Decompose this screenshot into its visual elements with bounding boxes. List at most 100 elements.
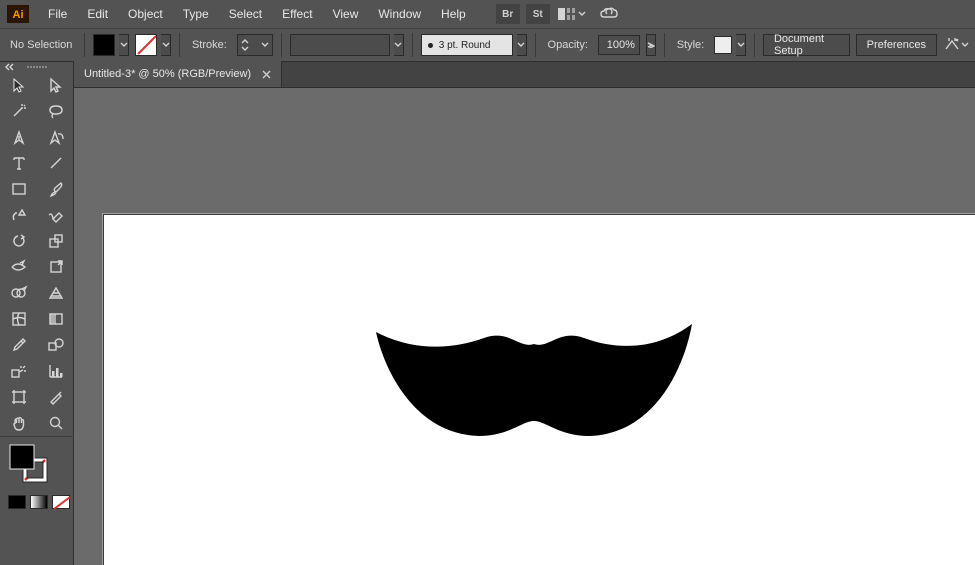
magic-wand-tool[interactable] <box>0 98 37 124</box>
menu-view[interactable]: View <box>323 3 369 25</box>
gradient-tool[interactable] <box>37 306 74 332</box>
eyedropper-tool[interactable] <box>0 332 37 358</box>
selection-tool[interactable] <box>0 72 37 98</box>
zoom-tool[interactable] <box>37 410 74 436</box>
fill-stroke-indicator[interactable] <box>0 437 73 492</box>
close-icon <box>262 70 271 79</box>
hand-tool[interactable] <box>0 410 37 436</box>
graph-icon <box>48 363 64 379</box>
brush-dot-icon <box>428 43 433 48</box>
stroke-label[interactable]: Stroke: <box>188 39 231 51</box>
shaper-icon <box>10 207 28 223</box>
stock-button[interactable]: St <box>526 4 550 24</box>
stroke-weight-dropdown[interactable] <box>260 42 269 48</box>
menu-window[interactable]: Window <box>368 3 431 25</box>
fill-color-dropdown[interactable] <box>119 34 129 56</box>
menu-help[interactable]: Help <box>431 3 476 25</box>
color-mode-row <box>0 492 73 509</box>
direct-selection-tool[interactable] <box>37 72 74 98</box>
mesh-tool[interactable] <box>0 306 37 332</box>
menu-effect[interactable]: Effect <box>272 3 322 25</box>
graphic-style-swatch[interactable] <box>714 36 732 54</box>
type-tool[interactable] <box>0 150 37 176</box>
double-chevron-left-icon <box>4 63 16 71</box>
lasso-tool[interactable] <box>37 98 74 124</box>
artboard-icon <box>11 389 27 405</box>
opacity-label[interactable]: Opacity: <box>544 39 592 51</box>
control-bar: No Selection Stroke: 3 pt. Round <box>0 28 975 62</box>
canvas[interactable] <box>74 88 975 565</box>
free-transform-tool[interactable] <box>37 254 74 280</box>
opacity-dropdown[interactable] <box>646 34 656 56</box>
menu-select[interactable]: Select <box>219 3 272 25</box>
menu-edit[interactable]: Edit <box>77 3 118 25</box>
preferences-button[interactable]: Preferences <box>856 34 937 56</box>
document-tab-strip: Untitled-3* @ 50% (RGB/Preview) <box>74 62 975 88</box>
brush-dropdown[interactable] <box>517 34 527 56</box>
blend-icon <box>47 337 65 353</box>
stroke-swatch-group <box>135 34 171 56</box>
arrange-documents-button[interactable] <box>558 4 586 24</box>
collapse-panel-button[interactable] <box>3 62 17 72</box>
column-graph-tool[interactable] <box>37 358 74 384</box>
rectangle-tool[interactable] <box>0 176 37 202</box>
gradient-icon <box>48 311 64 327</box>
brush-label: 3 pt. Round <box>439 40 491 51</box>
tool-panel <box>0 62 74 565</box>
eraser-tool[interactable] <box>37 202 74 228</box>
shaper-tool[interactable] <box>0 202 37 228</box>
document-setup-button[interactable]: Document Setup <box>763 34 850 56</box>
menu-object[interactable]: Object <box>118 3 173 25</box>
none-color-button[interactable] <box>52 495 70 509</box>
curvature-tool[interactable] <box>37 124 74 150</box>
none-icon <box>136 34 156 56</box>
artboard-tool[interactable] <box>0 384 37 410</box>
width-icon <box>10 259 28 275</box>
close-tab-button[interactable] <box>261 69 271 79</box>
scale-tool[interactable] <box>37 228 74 254</box>
opacity-field[interactable] <box>598 35 640 55</box>
document-tab-title: Untitled-3* @ 50% (RGB/Preview) <box>84 68 251 80</box>
stroke-color-swatch[interactable] <box>135 34 157 56</box>
paintbrush-tool[interactable] <box>37 176 74 202</box>
shape-builder-icon <box>10 285 28 301</box>
align-to-button[interactable] <box>943 34 969 56</box>
pen-tool[interactable] <box>0 124 37 150</box>
artwork-shape[interactable] <box>374 324 694 444</box>
zoom-icon <box>48 415 64 431</box>
menu-type[interactable]: Type <box>173 3 219 25</box>
variable-width-profile[interactable] <box>290 34 404 56</box>
document-tab[interactable]: Untitled-3* @ 50% (RGB/Preview) <box>74 61 282 87</box>
variable-width-dropdown[interactable] <box>394 34 404 56</box>
gradient-color-button[interactable] <box>30 495 48 509</box>
align-icon <box>943 37 961 53</box>
sync-settings-button[interactable] <box>596 4 622 24</box>
rotate-icon <box>11 233 27 249</box>
rotate-tool[interactable] <box>0 228 37 254</box>
chevron-down-icon <box>162 42 170 48</box>
mesh-icon <box>11 311 27 327</box>
style-label: Style: <box>673 39 709 51</box>
blend-tool[interactable] <box>37 332 74 358</box>
width-tool[interactable] <box>0 254 37 280</box>
solid-color-button[interactable] <box>8 495 26 509</box>
graphic-style-dropdown[interactable] <box>736 34 746 56</box>
stepper-icon[interactable] <box>241 38 249 52</box>
bridge-button[interactable]: Br <box>496 4 520 24</box>
brush-definition[interactable]: 3 pt. Round <box>421 34 527 56</box>
svg-text:Ai: Ai <box>13 9 24 21</box>
menu-file[interactable]: File <box>38 3 77 25</box>
shape-builder-tool[interactable] <box>0 280 37 306</box>
fill-color-swatch[interactable] <box>93 34 115 56</box>
perspective-grid-tool[interactable] <box>37 280 74 306</box>
stroke-weight-field[interactable] <box>237 34 273 56</box>
line-segment-tool[interactable] <box>37 150 74 176</box>
stroke-color-dropdown[interactable] <box>161 34 171 56</box>
menu-bar: Ai File Edit Object Type Select Effect V… <box>0 0 975 28</box>
symbol-sprayer-tool[interactable] <box>0 358 37 384</box>
direct-selection-icon <box>48 77 64 93</box>
chevron-down-icon <box>578 11 586 17</box>
chevron-down-icon <box>120 42 128 48</box>
slice-tool[interactable] <box>37 384 74 410</box>
lasso-icon <box>48 103 64 119</box>
